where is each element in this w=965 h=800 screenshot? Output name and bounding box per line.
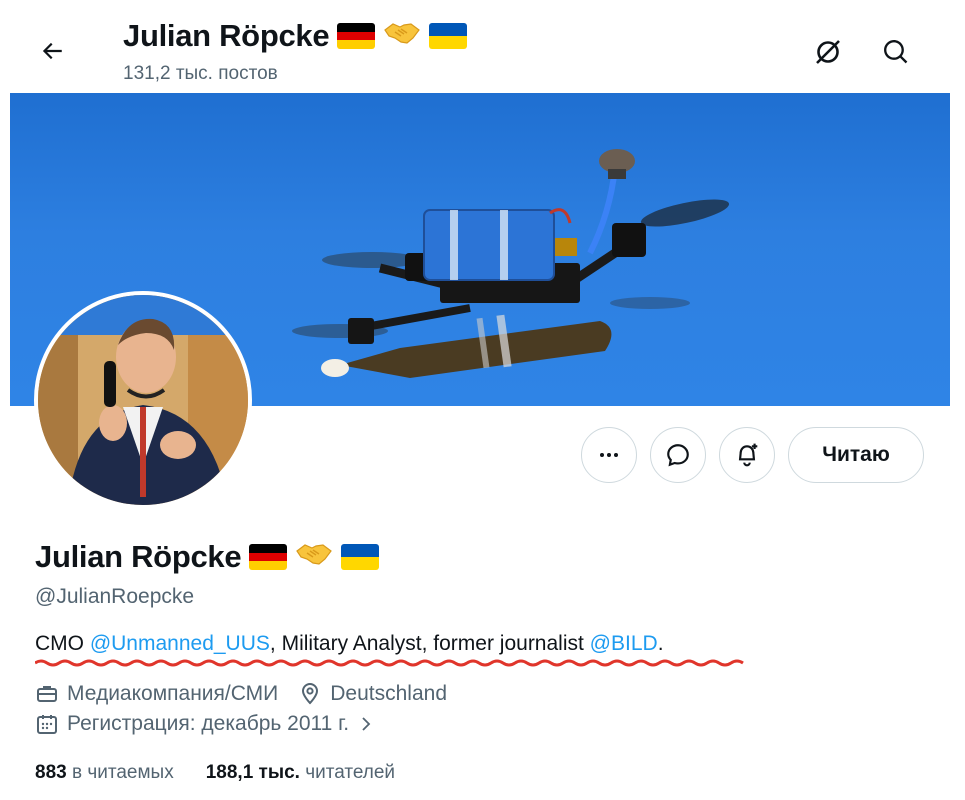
- bio-suffix: .: [657, 632, 664, 655]
- notifications-button[interactable]: [719, 427, 775, 483]
- more-icon: [600, 453, 618, 457]
- germany-flag-icon: [337, 23, 376, 49]
- profile-avatar[interactable]: [34, 291, 252, 509]
- following-label: в читаемых: [71, 762, 174, 783]
- followers-label: читателей: [305, 762, 396, 783]
- following-button[interactable]: Читаю: [788, 427, 924, 483]
- profile-category: Медиакомпания/СМИ: [67, 682, 279, 705]
- message-button[interactable]: [650, 427, 706, 483]
- avatar-photo: [38, 295, 248, 505]
- profile-meta-row: Медиакомпания/СМИ Deutschland: [35, 682, 447, 706]
- bell-plus-icon: [738, 443, 758, 467]
- calendar-icon: [37, 715, 57, 734]
- bio-mention-unmanned[interactable]: @Unmanned_UUS: [90, 632, 270, 655]
- location-item: Deutschland: [298, 682, 447, 706]
- joined-row[interactable]: Регистрация: декабрь 2011 г.: [35, 712, 375, 736]
- profile-stats: 883 в читаемых 188,1 тыс. читателей: [35, 762, 395, 784]
- bio-prefix: CMO: [35, 632, 90, 655]
- chevron-right-icon: [362, 717, 371, 731]
- ukraine-flag-icon: [429, 23, 468, 49]
- arrow-left-icon: [42, 42, 62, 60]
- header-title: Julian Röpcke: [123, 18, 468, 54]
- location-icon: [302, 683, 319, 705]
- profile-handle: @JulianRoepcke: [35, 585, 195, 608]
- search-button[interactable]: [876, 32, 916, 72]
- grok-icon: [816, 40, 840, 64]
- handshake-icon: [383, 18, 421, 54]
- germany-flag-icon: [249, 544, 288, 570]
- profile-header: Julian Röpcke 131,2 тыс. постов: [10, 0, 950, 93]
- briefcase-icon: [37, 686, 57, 702]
- profile-location: Deutschland: [330, 682, 448, 705]
- profile-bio: CMO @Unmanned_UUS, Military Analyst, for…: [35, 632, 664, 656]
- ukraine-flag-icon: [341, 544, 380, 570]
- grok-button[interactable]: [808, 32, 848, 72]
- search-icon: [884, 40, 908, 64]
- profile-page: Julian Röpcke 131,2 тыс. постов Читаю Ju…: [10, 0, 950, 800]
- category-item: Медиакомпания/СМИ: [35, 682, 278, 706]
- joined-item[interactable]: Регистрация: декабрь 2011 г.: [35, 712, 375, 736]
- message-icon: [667, 444, 689, 467]
- profile-display-name: Julian Röpcke: [35, 539, 242, 574]
- post-count: 131,2 тыс. постов: [123, 63, 278, 84]
- profile-name: Julian Röpcke: [35, 539, 380, 575]
- back-button[interactable]: [32, 31, 72, 71]
- profile-joined-date: Регистрация: декабрь 2011 г.: [67, 712, 350, 735]
- followers-stat[interactable]: 188,1 тыс. читателей: [206, 762, 395, 784]
- handshake-icon: [295, 539, 333, 575]
- following-count: 883: [35, 762, 67, 783]
- bio-middle: , Military Analyst, former journalist: [269, 632, 590, 655]
- header-name: Julian Röpcke: [123, 18, 330, 53]
- more-button[interactable]: [581, 427, 637, 483]
- following-stat[interactable]: 883 в читаемых: [35, 762, 174, 784]
- followers-count: 188,1 тыс.: [205, 762, 300, 783]
- bio-mention-bild[interactable]: @BILD: [590, 632, 658, 655]
- red-underline-annotation: [35, 659, 744, 667]
